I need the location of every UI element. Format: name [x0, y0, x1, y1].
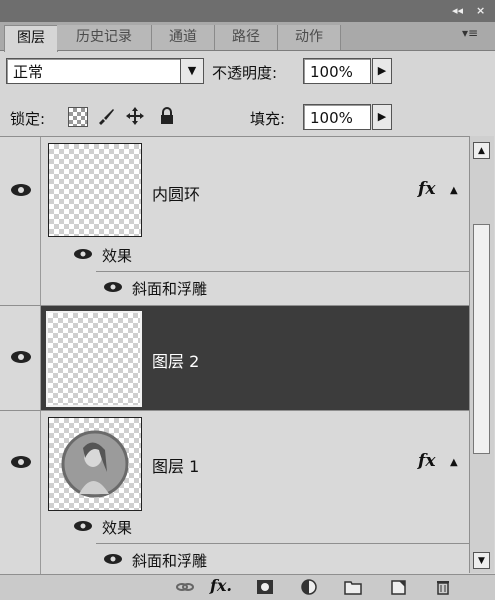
trash-icon[interactable]: [434, 579, 452, 595]
lock-transparency-icon[interactable]: [68, 107, 88, 127]
tab-layers[interactable]: 图层: [4, 25, 58, 52]
fx-icon[interactable]: fx.: [210, 576, 232, 595]
effects-label: 效果: [102, 519, 133, 537]
fx-icon[interactable]: fx: [418, 179, 435, 199]
opacity-label: 不透明度:: [212, 64, 278, 82]
tab-actions[interactable]: 动作: [278, 25, 341, 50]
adjustment-icon[interactable]: [300, 579, 318, 595]
layer-list: 内圆环 fx ▲ 效果 斜面和浮雕 图层 2 图层 1 fx ▲ 效果 斜面和浮…: [0, 136, 469, 574]
blend-mode-select[interactable]: 正常: [6, 58, 204, 84]
fill-field[interactable]: 100%: [303, 104, 371, 130]
new-layer-icon[interactable]: [390, 579, 408, 595]
layer-name[interactable]: 内圆环: [152, 181, 200, 205]
effect-eye-icon[interactable]: [102, 279, 124, 295]
blend-mode-dropdown-icon[interactable]: ▼: [180, 58, 204, 84]
panel-title-bar: ◂◂ ×: [0, 0, 495, 23]
effects-eye-icon[interactable]: [72, 246, 94, 262]
panel-tab-row: 图层 历史记录 通道 路径 动作 ▾≡: [0, 22, 495, 52]
collapse-button[interactable]: ◂◂: [452, 3, 463, 19]
opacity-slider-button[interactable]: ▶: [372, 58, 392, 84]
expand-effects-icon[interactable]: ▲: [450, 185, 458, 196]
lock-label: 锁定:: [10, 110, 46, 128]
effect-bevel-emboss[interactable]: 斜面和浮雕: [132, 550, 207, 571]
lock-paint-brush-icon[interactable]: [96, 106, 116, 126]
tab-history[interactable]: 历史记录: [57, 25, 152, 50]
layer-list-scrollbar[interactable]: ▲ ▼: [469, 136, 494, 573]
divider: [96, 271, 469, 272]
tab-paths[interactable]: 路径: [215, 25, 278, 50]
expand-effects-icon[interactable]: ▲: [450, 457, 458, 468]
layer-row-layer-2[interactable]: 图层 2: [0, 306, 469, 410]
visibility-eye-icon[interactable]: [8, 449, 34, 475]
scrollbar-thumb[interactable]: [473, 224, 490, 454]
layer-name[interactable]: 图层 1: [152, 453, 199, 477]
layer-row-inner-ring[interactable]: 内圆环 fx ▲ 效果 斜面和浮雕: [0, 137, 469, 305]
layer-row-layer-1[interactable]: 图层 1 fx ▲ 效果 斜面和浮雕: [0, 411, 469, 574]
fill-slider-button[interactable]: ▶: [372, 104, 392, 130]
effect-eye-icon[interactable]: [102, 551, 124, 567]
visibility-column: [0, 137, 41, 305]
lock-move-icon[interactable]: [124, 105, 146, 127]
scroll-up-button[interactable]: ▲: [473, 142, 490, 159]
blend-mode-value: 正常: [13, 63, 44, 81]
fx-icon[interactable]: fx: [418, 451, 435, 471]
link-icon[interactable]: [176, 579, 194, 595]
effects-eye-icon[interactable]: [72, 518, 94, 534]
layer-thumbnail: [48, 417, 142, 511]
effects-label: 效果: [102, 247, 133, 265]
layer-thumbnail: [48, 143, 142, 237]
layer-name[interactable]: 图层 2: [152, 348, 199, 372]
visibility-eye-icon[interactable]: [8, 344, 34, 370]
mask-icon[interactable]: [256, 579, 274, 595]
fill-label: 填充:: [250, 110, 286, 128]
divider: [96, 543, 469, 544]
effect-bevel-emboss[interactable]: 斜面和浮雕: [132, 278, 207, 299]
portrait-image: [61, 430, 129, 498]
lock-all-icon[interactable]: [158, 106, 176, 126]
close-button[interactable]: ×: [476, 3, 485, 19]
layer-thumbnail: [46, 311, 142, 407]
tab-channels[interactable]: 通道: [152, 25, 215, 50]
panel-menu-icon[interactable]: ▾≡: [462, 26, 478, 40]
visibility-column: [0, 411, 41, 574]
fill-value: 100%: [310, 109, 353, 127]
visibility-eye-icon[interactable]: [8, 177, 34, 203]
layers-bottom-toolbar: fx.: [0, 574, 495, 600]
group-folder-icon[interactable]: [344, 579, 362, 595]
scroll-down-button[interactable]: ▼: [473, 552, 490, 569]
opacity-field[interactable]: 100%: [303, 58, 371, 84]
opacity-value: 100%: [310, 63, 353, 81]
